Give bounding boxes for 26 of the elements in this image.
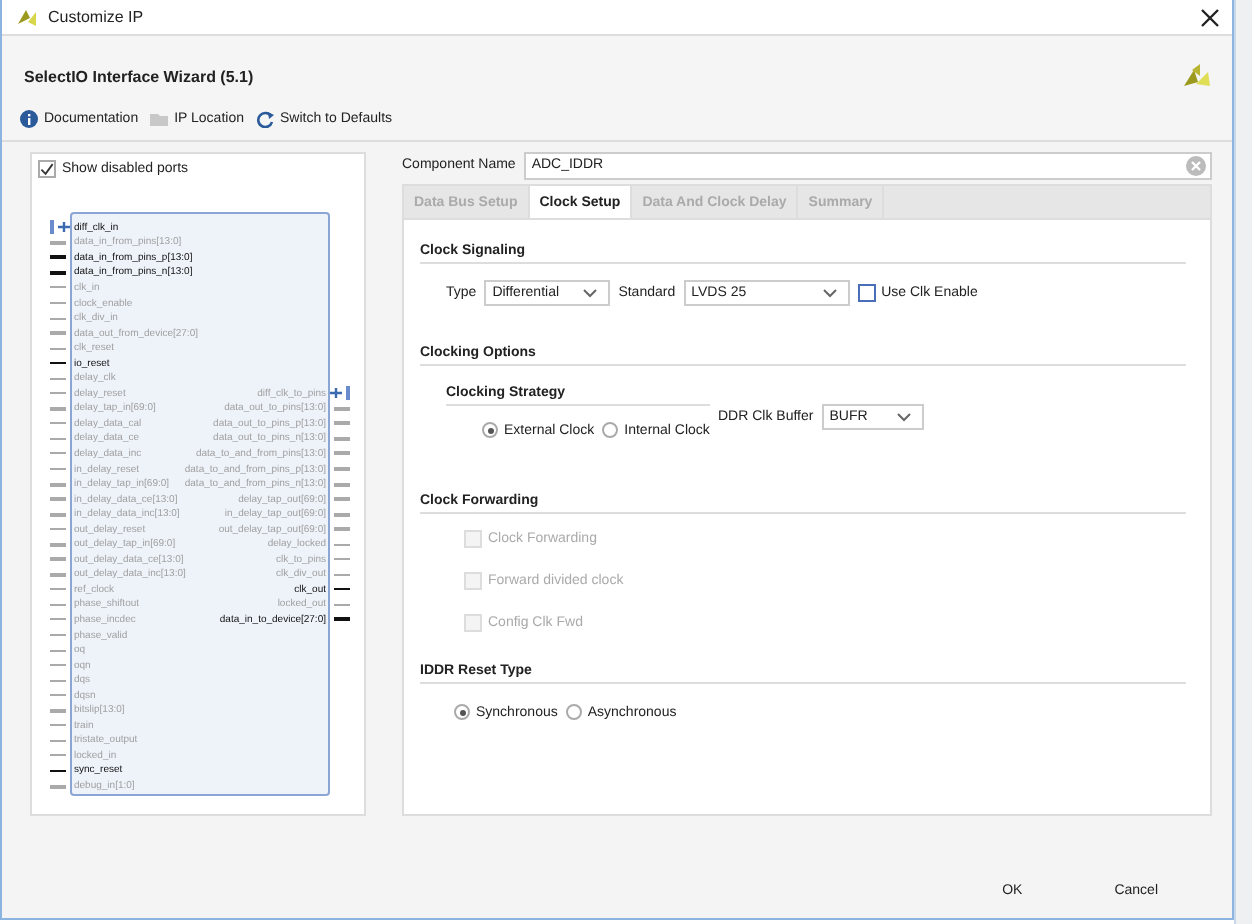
checkmark-icon (40, 162, 54, 176)
chevron-down-icon (582, 288, 599, 298)
close-icon[interactable] (1200, 7, 1220, 27)
info-icon (20, 109, 38, 127)
window-title: Customize IP (48, 8, 144, 26)
checkbox[interactable] (38, 160, 56, 178)
clear-icon (1186, 155, 1206, 175)
radio-button[interactable] (482, 422, 498, 438)
logo-icon (1180, 62, 1212, 90)
differential-port-icon (330, 386, 350, 401)
bus-port-icon (50, 326, 70, 341)
bus-port-icon (50, 779, 70, 793)
checkbox[interactable] (857, 284, 876, 302)
radio-button[interactable] (565, 704, 582, 720)
radio-button[interactable] (454, 704, 470, 720)
bus-port-icon (50, 703, 70, 718)
folder-icon (150, 109, 169, 127)
chevron-down-icon (821, 288, 838, 298)
logo-icon (14, 5, 38, 29)
bus-port-icon (330, 612, 350, 627)
radio-button[interactable] (602, 422, 619, 438)
bus-port-icon (50, 401, 70, 416)
wizard-title: SelectIO Interface Wizard (5.1) (24, 67, 254, 85)
differential-port-icon (50, 220, 70, 235)
refresh-icon (256, 109, 274, 127)
chevron-down-icon (895, 412, 912, 422)
